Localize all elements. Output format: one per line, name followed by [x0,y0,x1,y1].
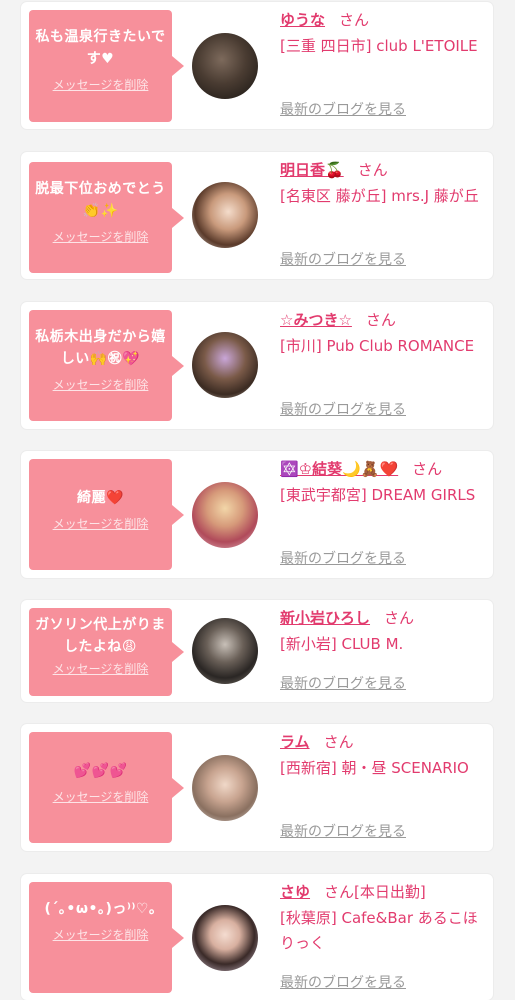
delete-message-link[interactable]: メッセージを削除 [53,228,149,245]
message-bubble: 私も温泉行きたいです♥ メッセージを削除 [29,10,184,122]
user-name-link[interactable]: 新小岩ひろし [280,609,370,627]
delete-message-link[interactable]: メッセージを削除 [53,515,149,532]
message-text: 脱最下位おめでとう👏✨ [35,181,166,219]
latest-blog-link[interactable]: 最新のブログを見る [280,673,406,693]
shop-info: [西新宿] 朝・昼 SCENARIO [280,759,469,777]
avatar[interactable] [192,618,258,684]
latest-blog-link[interactable]: 最新のブログを見る [280,249,406,269]
user-name-link[interactable]: さゆ [280,883,310,901]
shop-info: [秋葉原] Cafe&Bar あるこほりっく [280,909,478,952]
avatar[interactable] [192,182,258,248]
delete-message-link[interactable]: メッセージを削除 [53,76,149,93]
avatar[interactable] [192,755,258,821]
user-name-link[interactable]: ゆうな [280,11,325,29]
delete-message-link[interactable]: メッセージを削除 [53,926,149,943]
honorific: さん [339,11,370,29]
user-name-link[interactable]: 🔯♔結葵🌙🧸❤️ [280,460,398,478]
message-bubble: 脱最下位おめでとう👏✨ メッセージを削除 [29,162,184,273]
honorific: さん[本日出勤] [324,883,426,901]
avatar[interactable] [192,905,258,971]
honorific: さん [323,733,354,751]
message-text: 💕💕💕 [73,763,128,779]
honorific: さん [384,609,415,627]
shop-info: [三重 四日市] club L'ETOILE [280,37,478,55]
user-name-link[interactable]: ラム [280,733,310,751]
latest-blog-link[interactable]: 最新のブログを見る [280,821,406,841]
message-bubble: (´｡•ω•｡)っ⁾⁾♡｡ メッセージを削除 [29,882,184,993]
message-card: 私栃木出身だから嬉しい🙌㊗💖 メッセージを削除 ☆みつき☆ さん [市川] Pub… [21,302,493,429]
message-bubble: 私栃木出身だから嬉しい🙌㊗💖 メッセージを削除 [29,310,184,421]
honorific: さん [357,161,388,179]
avatar[interactable] [192,332,258,398]
message-card: 綺麗❤️ メッセージを削除 🔯♔結葵🌙🧸❤️ さん [東武宇都宮] DREAM G… [21,451,493,578]
latest-blog-link[interactable]: 最新のブログを見る [280,972,406,992]
message-card: 脱最下位おめでとう👏✨ メッセージを削除 明日香🍒 さん [名東区 藤が丘] mr… [21,152,493,279]
delete-message-link[interactable]: メッセージを削除 [53,660,149,677]
message-text: (´｡•ω•｡)っ⁾⁾♡｡ [44,901,157,917]
message-feed: 私も温泉行きたいです♥ メッセージを削除 ゆうな さん [三重 四日市] club… [0,0,515,1000]
shop-info: [新小岩] CLUB M. [280,635,404,653]
user-name-link[interactable]: 明日香🍒 [280,161,344,179]
message-bubble: 綺麗❤️ メッセージを削除 [29,459,184,570]
message-card: (´｡•ω•｡)っ⁾⁾♡｡ メッセージを削除 さゆ さん[本日出勤] [秋葉原] … [21,874,493,1000]
message-card: ガソリン代上がりましたよね😩 メッセージを削除 新小岩ひろし さん [新小岩] C… [21,600,493,702]
message-card: 私も温泉行きたいです♥ メッセージを削除 ゆうな さん [三重 四日市] club… [21,2,493,129]
avatar[interactable] [192,33,258,99]
latest-blog-link[interactable]: 最新のブログを見る [280,399,406,419]
shop-info: [名東区 藤が丘] mrs.J 藤が丘 [280,187,479,205]
message-text: 私も温泉行きたいです♥ [35,29,166,67]
latest-blog-link[interactable]: 最新のブログを見る [280,99,406,119]
latest-blog-link[interactable]: 最新のブログを見る [280,548,406,568]
avatar[interactable] [192,482,258,548]
message-text: 私栃木出身だから嬉しい🙌㊗💖 [35,329,166,367]
shop-info: [市川] Pub Club ROMANCE [280,337,475,355]
user-name-link[interactable]: ☆みつき☆ [280,311,352,329]
shop-info: [東武宇都宮] DREAM GIRLS [280,486,476,504]
message-card: 💕💕💕 メッセージを削除 ラム さん [西新宿] 朝・昼 SCENARIO 最新の… [21,724,493,851]
message-bubble: 💕💕💕 メッセージを削除 [29,732,184,843]
message-text: ガソリン代上がりましたよね😩 [35,617,166,655]
message-text: 綺麗❤️ [77,490,124,506]
message-bubble: ガソリン代上がりましたよね😩 メッセージを削除 [29,608,184,696]
delete-message-link[interactable]: メッセージを削除 [53,376,149,393]
delete-message-link[interactable]: メッセージを削除 [53,788,149,805]
honorific: さん [412,460,443,478]
honorific: さん [365,311,396,329]
